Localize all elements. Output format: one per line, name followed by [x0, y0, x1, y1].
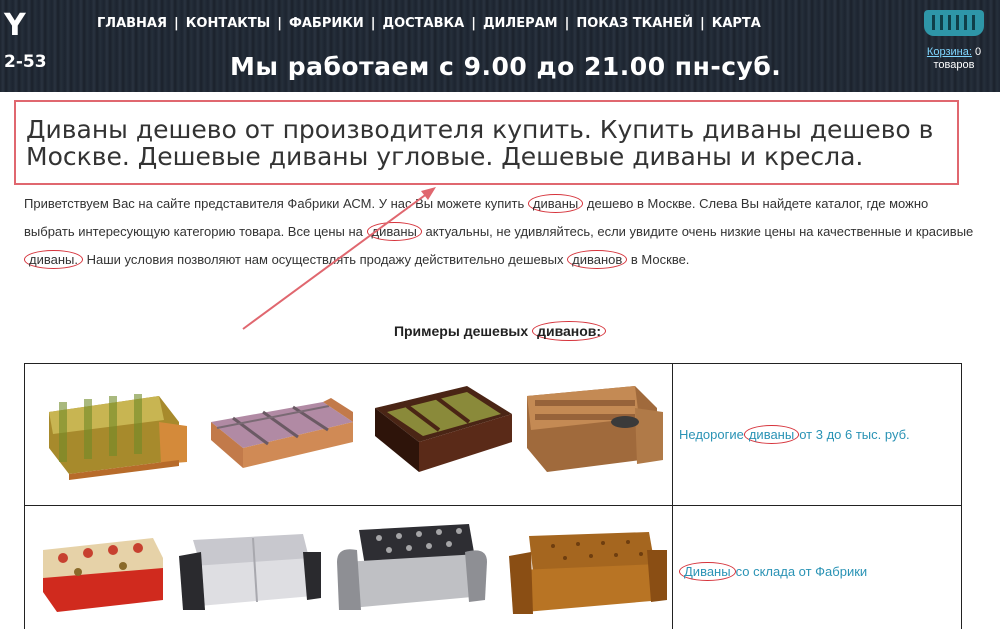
sofa-images-cell: [25, 506, 673, 629]
sofa-image[interactable]: [329, 516, 489, 626]
category-link[interactable]: Недорогие диваны от 3 до 6 тыс. руб.: [679, 425, 910, 444]
page-title: Диваны дешево от производителя купить. К…: [26, 115, 934, 171]
cart-link[interactable]: Корзина:: [927, 46, 972, 58]
page-title-box: Диваны дешево от производителя купить. К…: [14, 100, 959, 185]
sofa-image[interactable]: [39, 382, 189, 482]
cart-count: 0: [974, 46, 982, 58]
intro-text: в Москве.: [630, 252, 690, 267]
nav-dealers[interactable]: ДИЛЕРАМ: [476, 16, 565, 31]
sofa-image[interactable]: [503, 518, 668, 628]
sofa-image[interactable]: [517, 378, 667, 483]
phone-fragment: 2-53: [4, 52, 47, 72]
intro-text: актуальны, не удивляйтесь, если увидите …: [425, 224, 974, 239]
examples-prefix: Примеры дешевых: [393, 323, 529, 339]
highlighted-word: диваны: [527, 194, 584, 213]
highlighted-word: диваны: [743, 425, 800, 444]
table-row: Диваны со склада от Фабрики: [25, 506, 961, 629]
link-suffix: от 3 до 6 тыс. руб.: [799, 427, 910, 442]
intro-text: Приветствуем Вас на сайте представителя …: [24, 196, 525, 211]
cart-icon[interactable]: [924, 10, 984, 36]
highlighted-word: диваны: [366, 222, 422, 241]
nav-map[interactable]: КАРТА: [705, 16, 768, 31]
main-nav: ГЛАВНАЯ | КОНТАКТЫ | ФАБРИКИ | ДОСТАВКА …: [90, 16, 768, 31]
site-header: Y 2-53 ГЛАВНАЯ | КОНТАКТЫ | ФАБРИКИ | ДО…: [0, 0, 1000, 92]
working-hours: Мы работаем с 9.00 до 21.00 пн-суб.: [230, 52, 782, 81]
category-link[interactable]: Диваны со склада от Фабрики: [679, 561, 868, 581]
cart-widget[interactable]: Корзина: 0 товаров: [910, 8, 998, 88]
nav-contacts[interactable]: КОНТАКТЫ: [179, 16, 277, 31]
nav-fabrics[interactable]: ПОКАЗ ТКАНЕЙ: [569, 16, 700, 31]
nav-factories[interactable]: ФАБРИКИ: [282, 16, 371, 31]
intro-text: Наши условия позволяют нам осуществлять …: [86, 252, 564, 267]
sofa-image[interactable]: [33, 528, 173, 623]
sofa-images-cell: [25, 364, 673, 505]
link-prefix: Недорогие: [679, 427, 744, 442]
nav-delivery[interactable]: ДОСТАВКА: [376, 16, 472, 31]
row-caption-cell: Недорогие диваны от 3 до 6 тыс. руб.: [675, 364, 961, 505]
products-table: Недорогие диваны от 3 до 6 тыс. руб. Див…: [24, 363, 962, 629]
cart-summary: Корзина: 0 товаров: [910, 46, 998, 72]
cart-unit: товаров: [933, 59, 975, 71]
intro-paragraph: Приветствуем Вас на сайте представителя …: [24, 190, 979, 274]
highlighted-word: диваны.: [24, 250, 83, 269]
highlighted-word: диванов:: [532, 321, 607, 341]
examples-heading: Примеры дешевых диванов:: [0, 321, 1000, 341]
nav-home[interactable]: ГЛАВНАЯ: [90, 16, 174, 31]
row-caption-cell: Диваны со склада от Фабрики: [675, 506, 961, 629]
highlighted-word: диванов: [567, 250, 628, 269]
logo-fragment[interactable]: Y: [4, 8, 26, 43]
table-row: Недорогие диваны от 3 до 6 тыс. руб.: [25, 364, 961, 506]
sofa-image[interactable]: [203, 392, 358, 477]
sofa-image[interactable]: [367, 376, 517, 481]
sofa-image[interactable]: [173, 526, 323, 626]
link-suffix: со склада от Фабрики: [735, 563, 868, 579]
highlighted-word: Диваны: [679, 561, 736, 581]
